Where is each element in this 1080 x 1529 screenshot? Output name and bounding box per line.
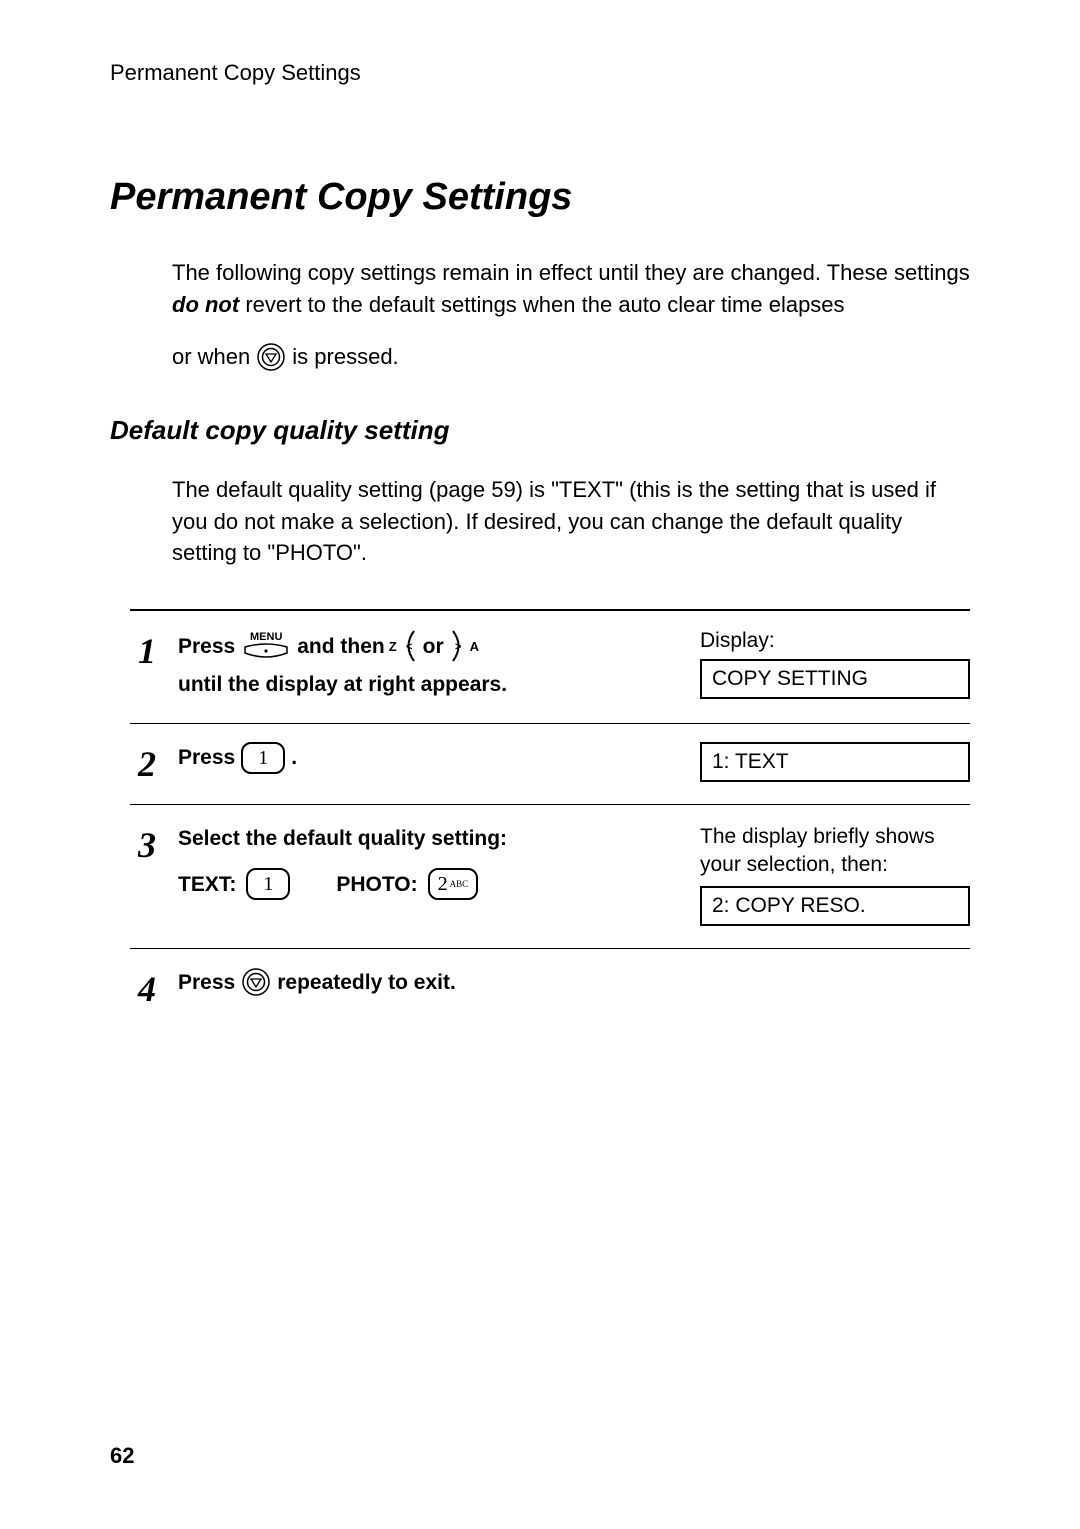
step1-line2: until the display at right appears. <box>178 669 686 701</box>
intro-text-1: The following copy settings remain in ef… <box>172 260 970 285</box>
step-number: 1 <box>130 629 164 669</box>
main-title: Permanent Copy Settings <box>110 176 970 219</box>
step1-andthen: and then <box>297 631 385 663</box>
step-number: 4 <box>130 967 164 1007</box>
arrow-right-group: > A <box>448 629 479 663</box>
step3-options: TEXT: 1 PHOTO: 2ABC <box>178 868 686 900</box>
key-1: 1 <box>241 742 285 774</box>
stop-icon <box>256 342 286 372</box>
step-number: 3 <box>130 823 164 863</box>
step-number: 2 <box>130 742 164 782</box>
menu-label: MENU <box>250 632 282 643</box>
page-number: 62 <box>110 1443 134 1469</box>
intro-line2-a: or when <box>172 341 250 373</box>
intro-line-2: or when is pressed. <box>172 341 970 373</box>
step-row-3: 3 Select the default quality setting: TE… <box>130 805 970 949</box>
step2-press: Press <box>178 742 235 774</box>
intro-text-2: revert to the default settings when the … <box>239 292 844 317</box>
display-box: COPY SETTING <box>700 659 970 699</box>
key-2-sub: ABC <box>450 878 469 892</box>
arrow-left-group: Z < <box>389 629 419 663</box>
step-row-1: 1 Press MENU and then Z < <box>130 611 970 724</box>
step1-press: Press <box>178 631 235 663</box>
step-body: Press 1 . <box>178 742 686 774</box>
subheading: Default copy quality setting <box>110 415 970 446</box>
step-body: Press MENU and then Z < or <box>178 629 686 701</box>
step-row-2: 2 Press 1 . 1: TEXT <box>130 724 970 805</box>
step-body: Press repeatedly to exit. <box>178 967 686 999</box>
step-row-4: 4 Press repeatedly to exit. <box>130 949 970 1029</box>
step-display-col: 1: TEXT <box>700 742 970 782</box>
svg-text:>: > <box>455 641 461 653</box>
step4-press: Press <box>178 967 235 999</box>
step4-rest: repeatedly to exit. <box>277 967 456 999</box>
step1-or: or <box>423 631 444 663</box>
display-box: 2: COPY RESO. <box>700 886 970 926</box>
photo-label: PHOTO: <box>336 869 417 901</box>
right-arrow-icon: > <box>448 629 468 663</box>
subheading-text: The default quality setting (page 59) is… <box>172 474 970 570</box>
step-display-col: Display: COPY SETTING <box>700 629 970 699</box>
a-label: A <box>470 637 479 657</box>
intro-donot: do not <box>172 292 239 317</box>
text-label: TEXT: <box>178 869 236 901</box>
display-label: Display: <box>700 629 970 653</box>
svg-text:<: < <box>406 641 412 653</box>
step-body: Select the default quality setting: TEXT… <box>178 823 686 901</box>
intro-paragraph: The following copy settings remain in ef… <box>172 257 970 321</box>
step2-period: . <box>291 742 297 774</box>
step3-line1: Select the default quality setting: <box>178 823 686 855</box>
display-box: 1: TEXT <box>700 742 970 782</box>
stop-icon <box>241 967 271 997</box>
key-1: 1 <box>246 868 290 900</box>
steps-table: 1 Press MENU and then Z < <box>130 609 970 1028</box>
key-2-num: 2 <box>438 869 448 899</box>
page-header: Permanent Copy Settings <box>110 60 970 86</box>
menu-button-icon: MENU <box>241 632 291 661</box>
left-arrow-icon: < <box>399 629 419 663</box>
key-2: 2ABC <box>428 868 479 900</box>
display-note: The display briefly shows your selection… <box>700 823 970 880</box>
intro-line2-b: is pressed. <box>292 341 398 373</box>
z-label: Z <box>389 637 397 657</box>
step-display-col: The display briefly shows your selection… <box>700 823 970 926</box>
